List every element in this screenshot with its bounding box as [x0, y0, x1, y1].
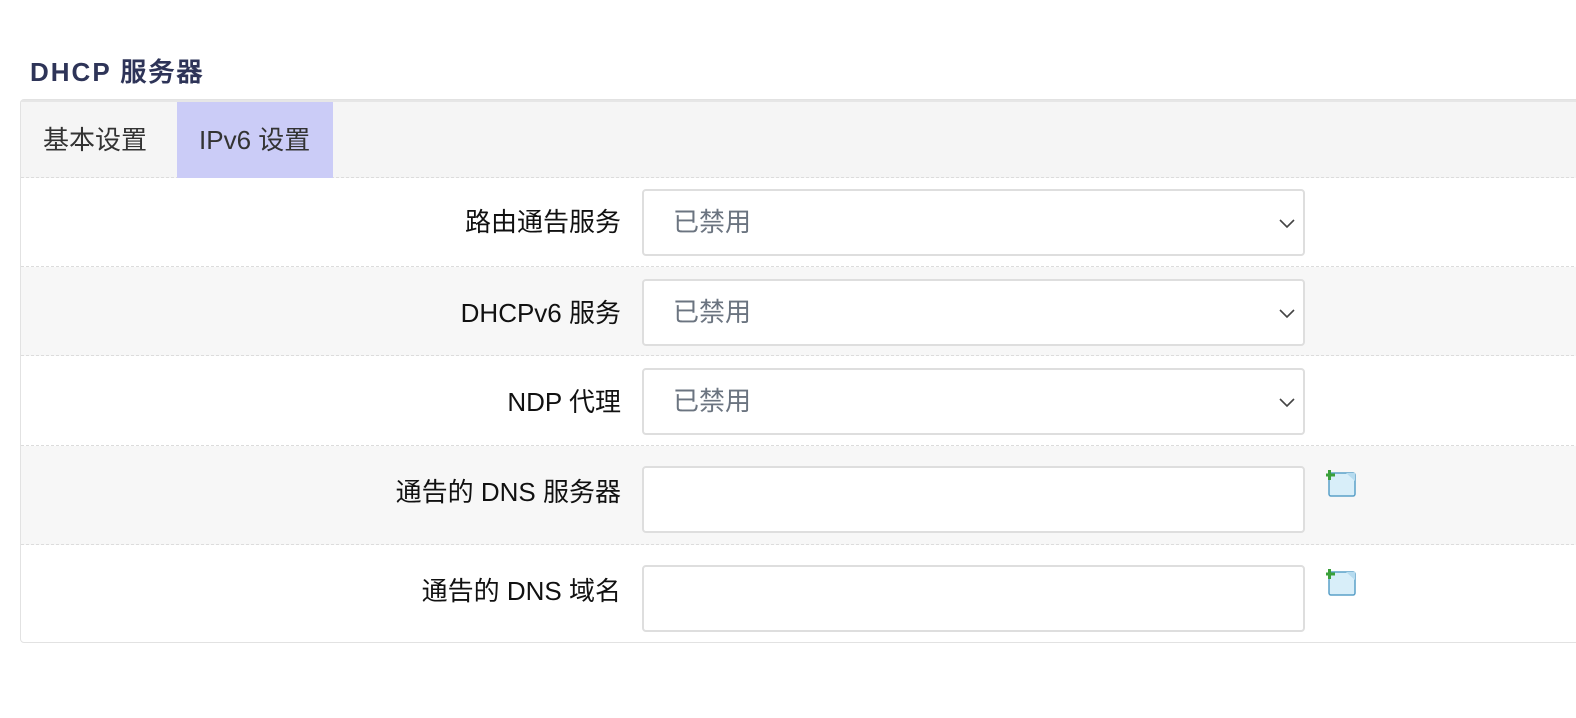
dhcpv6-service-label: DHCPv6 服务 [460, 298, 621, 328]
section-title: DHCP 服务器 [30, 57, 205, 87]
add-entry-icon[interactable] [1326, 567, 1358, 597]
ra-service-value: 已禁用 [673, 207, 752, 237]
ra-service-label: 路由通告服务 [464, 207, 621, 237]
ndp-proxy-select[interactable]: 已禁用 [642, 368, 1305, 435]
dns-domains-label: 通告的 DNS 域名 [421, 576, 621, 606]
chevron-down-icon [1279, 398, 1295, 408]
ndp-proxy-value: 已禁用 [673, 386, 752, 416]
dhcp-panel: 基本设置 IPv6 设置 路由通告服务 已禁用 DHCPv6 服务 已禁用 ND… [20, 99, 1576, 643]
tab-basic-settings[interactable]: 基本设置 [21, 102, 177, 178]
dhcpv6-service-value: 已禁用 [673, 297, 752, 327]
dhcpv6-service-select[interactable]: 已禁用 [642, 279, 1305, 346]
row-dns-domains: 通告的 DNS 域名 [21, 545, 1576, 642]
dns-domains-input[interactable] [642, 565, 1305, 632]
chevron-down-icon [1279, 309, 1295, 319]
dns-servers-input[interactable] [642, 466, 1305, 533]
ndp-proxy-label: NDP 代理 [507, 387, 621, 417]
tab-bar: 基本设置 IPv6 设置 [21, 100, 1576, 178]
add-entry-icon[interactable] [1326, 468, 1358, 498]
chevron-down-icon [1279, 219, 1295, 229]
dns-servers-label: 通告的 DNS 服务器 [395, 477, 621, 507]
row-ra-service: 路由通告服务 已禁用 [21, 178, 1576, 267]
ra-service-select[interactable]: 已禁用 [642, 189, 1305, 256]
row-dns-servers: 通告的 DNS 服务器 [21, 446, 1576, 545]
row-dhcpv6-service: DHCPv6 服务 已禁用 [21, 267, 1576, 356]
tab-ipv6-settings[interactable]: IPv6 设置 [177, 102, 333, 178]
row-ndp-proxy: NDP 代理 已禁用 [21, 356, 1576, 446]
